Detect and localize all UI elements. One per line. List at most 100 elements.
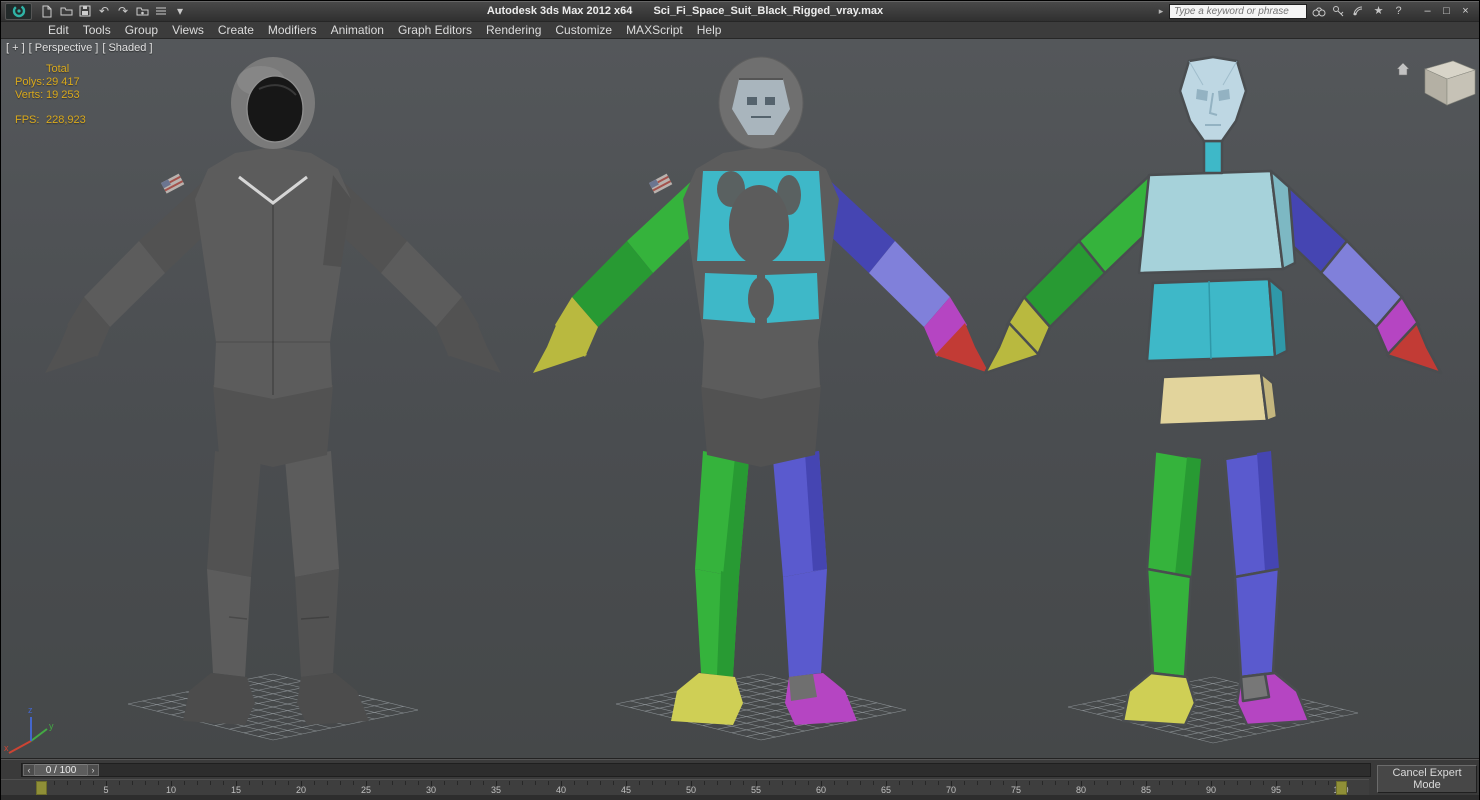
undo-button[interactable]: ↶ <box>95 3 113 19</box>
frame-tick <box>327 781 328 785</box>
frame-tick <box>704 781 705 785</box>
stats-total-label: Total <box>46 63 70 75</box>
frame-tick <box>769 781 770 785</box>
undo-icon: ↶ <box>98 4 110 18</box>
menu-item-help[interactable]: Help <box>690 22 729 38</box>
frame-tick <box>678 781 679 785</box>
frame-tick <box>80 781 81 785</box>
frame-tick <box>1120 781 1121 785</box>
app-menu-button[interactable] <box>5 2 32 20</box>
cancel-expert-mode-button[interactable]: Cancel Expert Mode <box>1377 765 1477 793</box>
open-file-button[interactable] <box>57 3 75 19</box>
search-input[interactable] <box>1169 3 1307 19</box>
menu-item-maxscript[interactable]: MAXScript <box>619 22 690 38</box>
menu-item-modifiers[interactable]: Modifiers <box>261 22 324 38</box>
view-cube[interactable] <box>1396 60 1476 106</box>
frame-tick <box>795 781 796 785</box>
model-suit-shaded[interactable] <box>45 57 501 725</box>
help-button[interactable]: ? <box>1390 4 1407 19</box>
range-start-marker[interactable] <box>36 781 47 795</box>
frame-tick <box>1068 781 1069 785</box>
frame-tick <box>977 781 978 785</box>
frame-tick-label: 70 <box>945 785 957 795</box>
menu-item-rendering[interactable]: Rendering <box>479 22 548 38</box>
favorites-button[interactable]: ★ <box>1370 4 1387 19</box>
search-history-button[interactable]: ▸ <box>1156 6 1166 17</box>
frame-tick <box>1159 781 1160 785</box>
frame-tick <box>54 781 55 785</box>
menu-item-customize[interactable]: Customize <box>548 22 619 38</box>
frame-tick-label: 60 <box>815 785 827 795</box>
project-folder-button[interactable] <box>133 3 151 19</box>
frame-tick-label: 50 <box>685 785 697 795</box>
frame-tick <box>847 781 848 785</box>
frame-tick <box>925 781 926 785</box>
frame-tick <box>743 781 744 785</box>
stats-polys-value: 29 417 <box>46 76 80 88</box>
menu-item-create[interactable]: Create <box>211 22 261 38</box>
infocenter: ▸ ★ ? – □ × <box>1156 3 1475 19</box>
next-frame-button[interactable]: › <box>87 764 99 776</box>
frame-tick-label: 5 <box>103 785 109 795</box>
3ds-max-logo-icon <box>12 4 25 18</box>
communication-center-button[interactable] <box>1350 4 1367 19</box>
track-bar[interactable]: 0510152025303540455055606570758085909510… <box>1 779 1369 796</box>
range-end-marker[interactable] <box>1336 781 1347 795</box>
selection-list-button[interactable] <box>152 3 170 19</box>
menu-item-graph-editors[interactable]: Graph Editors <box>391 22 479 38</box>
menu-item-animation[interactable]: Animation <box>324 22 391 38</box>
frame-tick <box>1055 781 1056 785</box>
frame-tick <box>1224 781 1225 785</box>
viewport-label: [ + ] [ Perspective ][ Shaded ] <box>6 42 153 54</box>
frame-tick-label: 85 <box>1140 785 1152 795</box>
menu-item-views[interactable]: Views <box>165 22 211 38</box>
model-suit-skinned[interactable] <box>533 56 989 725</box>
ground-grid <box>615 673 907 741</box>
viewport-shading-label[interactable]: [ Shaded ] <box>102 42 152 54</box>
key-icon <box>1333 6 1344 17</box>
time-slider-handle[interactable]: ‹ 0 / 100 › <box>23 764 99 776</box>
app-window: ↶ ↷ ▾ Autodesk 3ds Max 2012 x64 Sci_Fi_S… <box>0 0 1480 800</box>
menu-item-group[interactable]: Group <box>118 22 165 38</box>
star-icon: ★ <box>1373 4 1384 17</box>
frame-tick <box>522 781 523 785</box>
frame-tick <box>600 781 601 785</box>
close-button[interactable]: × <box>1456 3 1475 19</box>
frame-tick <box>1185 781 1186 785</box>
binoculars-icon <box>1312 7 1325 16</box>
frame-tick-label: 10 <box>165 785 177 795</box>
document-title: Sci_Fi_Space_Suit_Black_Rigged_vray.max <box>653 5 884 17</box>
previous-frame-button[interactable]: ‹ <box>23 764 35 776</box>
model-rig[interactable] <box>983 55 1443 727</box>
menu-item-tools[interactable]: Tools <box>76 22 118 38</box>
frame-tick <box>899 781 900 785</box>
workspace-caret-button[interactable]: ▾ <box>171 3 189 19</box>
time-slider-track[interactable]: ‹ 0 / 100 › <box>21 763 1371 777</box>
scene-canvas[interactable]: x y z <box>1 39 1479 759</box>
frame-tick <box>1315 781 1316 785</box>
maximize-button[interactable]: □ <box>1437 3 1456 19</box>
search-button[interactable] <box>1310 4 1327 19</box>
frame-tick <box>132 781 133 785</box>
viewport-pov-label[interactable]: [ Perspective ] <box>29 42 99 54</box>
frame-tick <box>652 781 653 785</box>
help-icon: ? <box>1395 4 1402 17</box>
frame-tick <box>184 781 185 785</box>
redo-button[interactable]: ↷ <box>114 3 132 19</box>
frame-tick <box>730 781 731 785</box>
new-scene-button[interactable] <box>38 3 56 19</box>
minimize-button[interactable]: – <box>1418 3 1437 19</box>
statistics-overlay: Total Polys: 29 417 Verts: 19 253 FPS: 228,… <box>15 63 86 127</box>
menu-bar: Edit Tools Group Views Create Modifiers Animat… <box>1 22 1479 39</box>
svg-text:y: y <box>49 721 54 731</box>
satellite-icon <box>1353 6 1363 16</box>
subscription-center-button[interactable] <box>1330 4 1347 19</box>
frame-tick-label: 35 <box>490 785 502 795</box>
viewport-menu-button[interactable]: [ + ] <box>6 42 25 54</box>
viewcube-home-icon[interactable] <box>1396 62 1410 76</box>
frame-tick <box>990 781 991 785</box>
save-file-button[interactable] <box>76 3 94 19</box>
frame-tick <box>808 781 809 785</box>
menu-item-edit[interactable]: Edit <box>41 22 76 38</box>
viewport[interactable]: x y z [ + ] [ Perspective ][ Shaded ] Total… <box>1 39 1479 759</box>
